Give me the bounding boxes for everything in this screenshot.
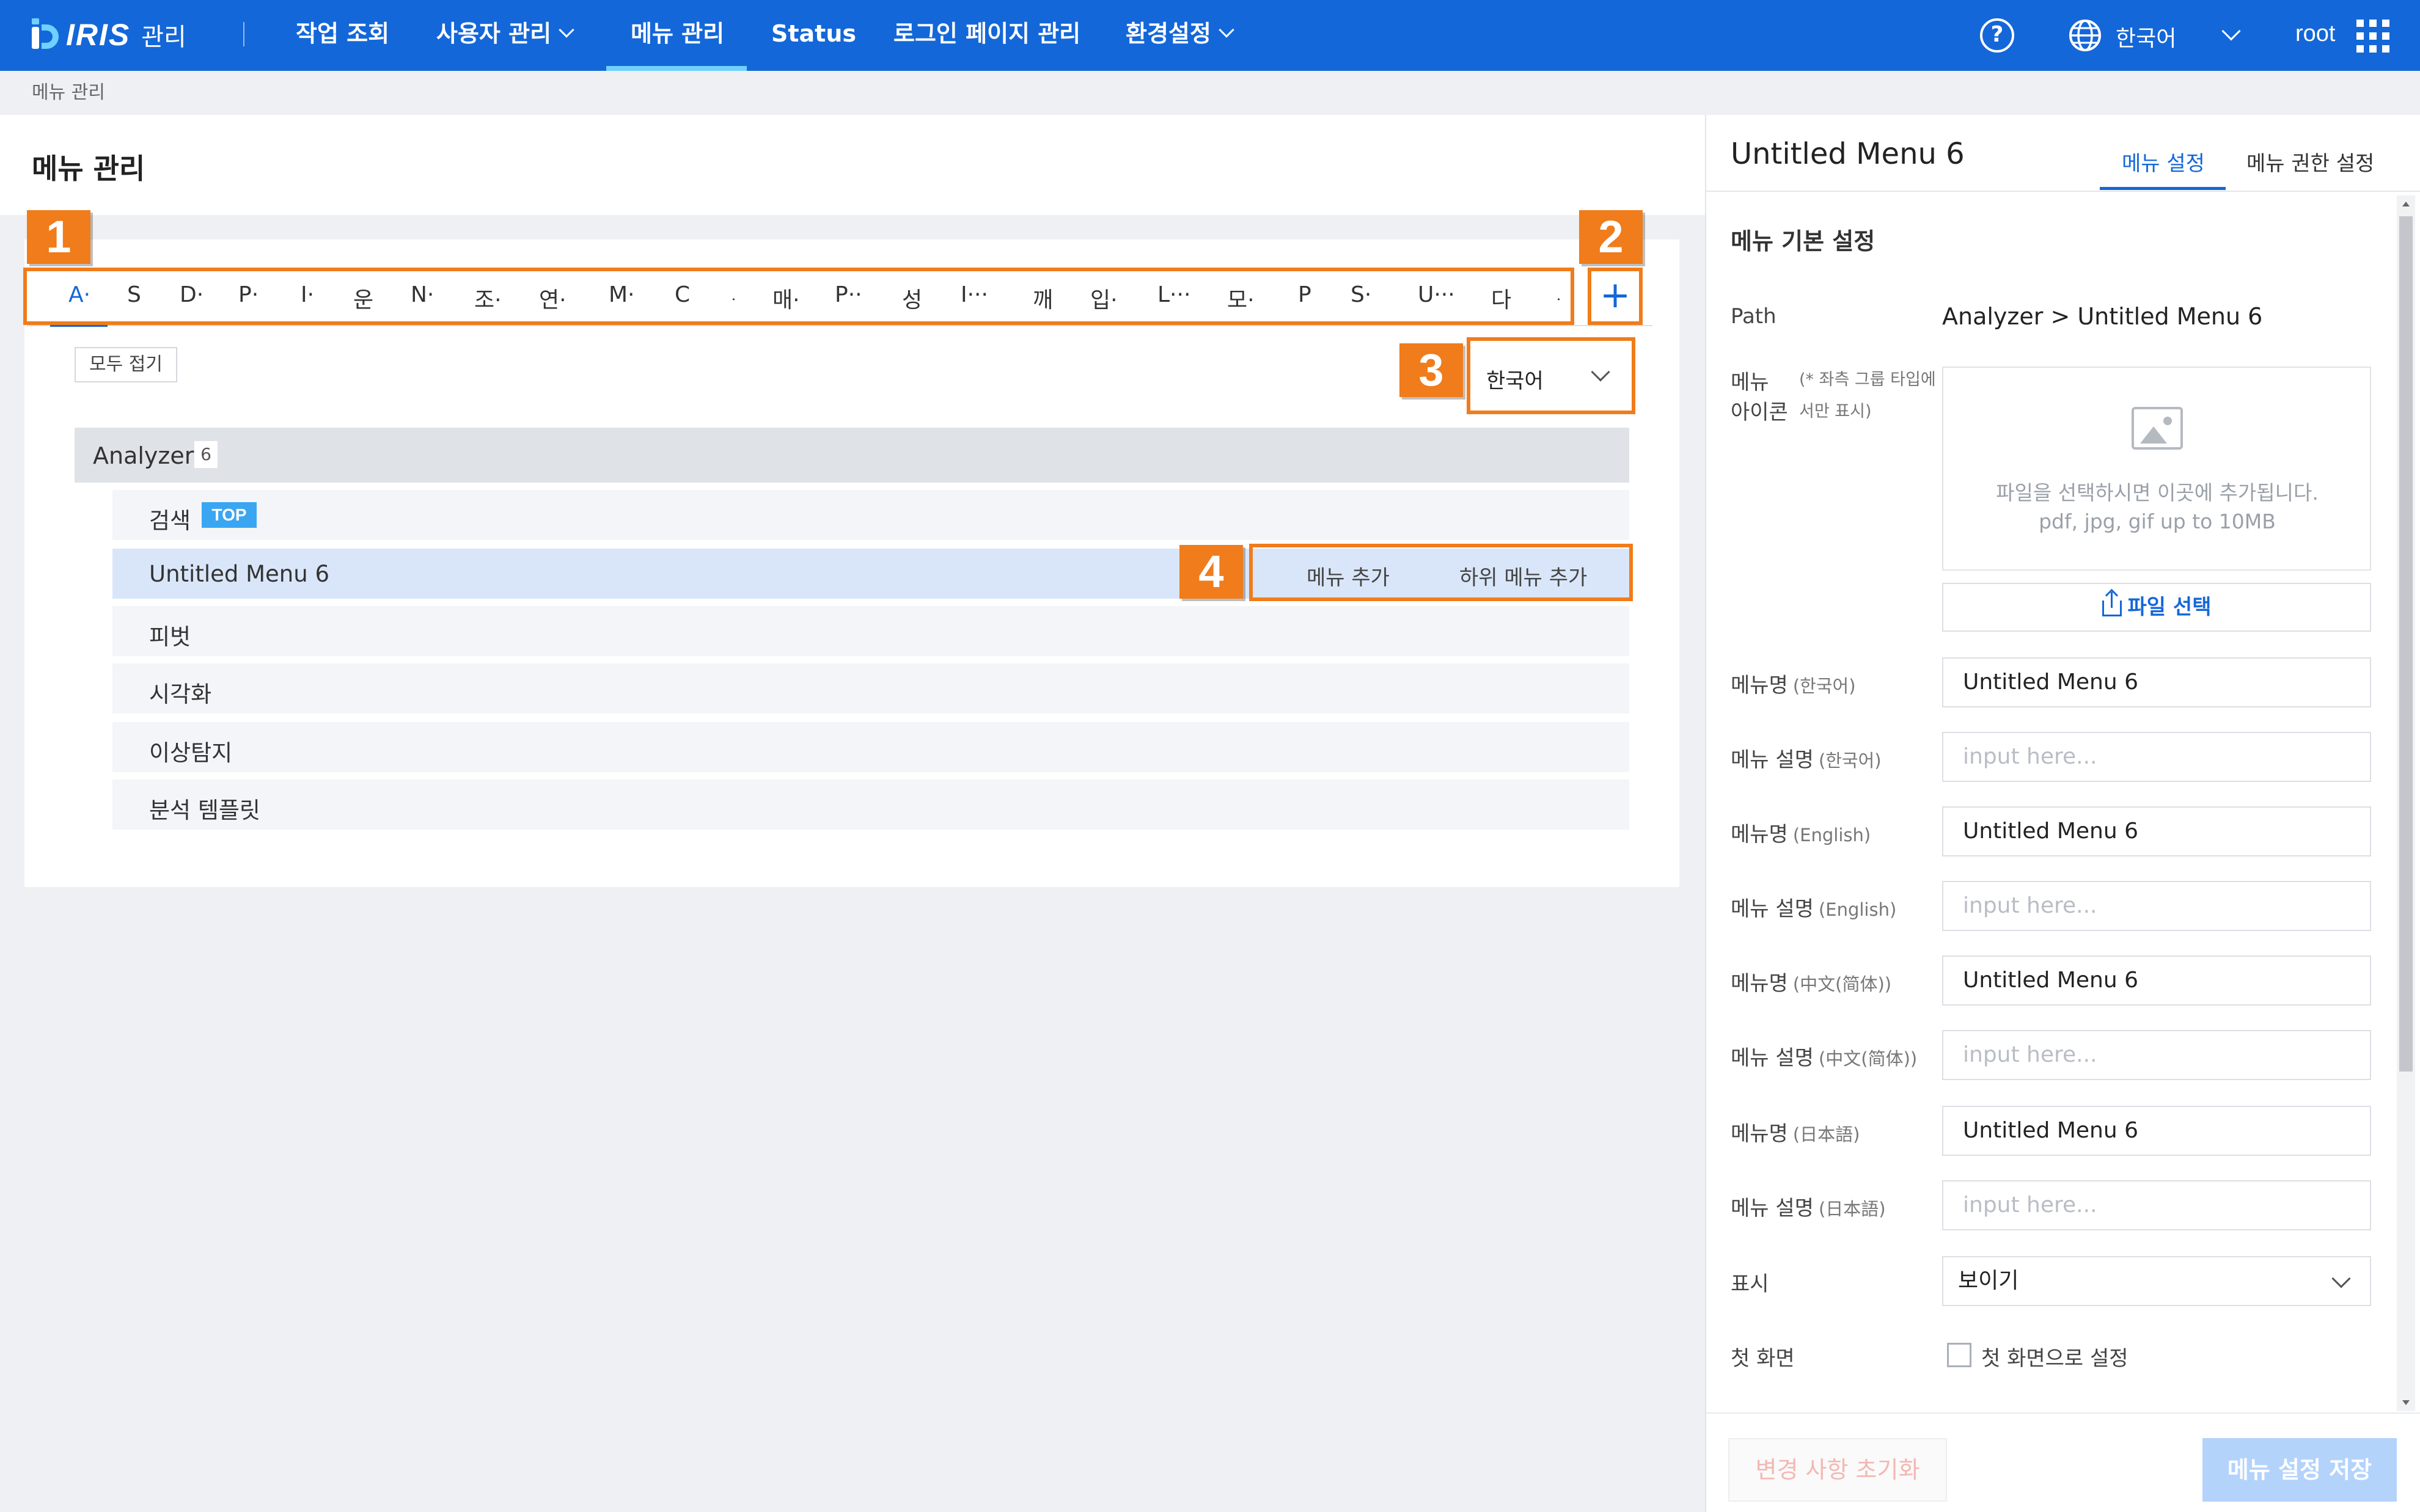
nav-active-indicator: [606, 66, 747, 71]
display-value: 보이기: [1958, 1268, 2019, 1293]
tree-item[interactable]: 피벗: [112, 606, 1629, 656]
header-divider: [243, 22, 244, 46]
nav-job-search[interactable]: 작업 조회: [296, 0, 389, 71]
path-value: Analyzer > Untitled Menu 6: [1942, 303, 2263, 330]
field-label: 메뉴 설명 (한국어): [1731, 748, 1882, 772]
menu-settings-panel: Untitled Menu 6 메뉴 설정 메뉴 권한 설정 메뉴 기본 설정 …: [1705, 115, 2420, 1512]
tree-item[interactable]: 검색 TOP: [112, 490, 1629, 540]
help-icon[interactable]: ?: [1980, 18, 2014, 53]
annotation-badge: 3: [1399, 343, 1463, 397]
display-label: 표시: [1731, 1272, 1769, 1296]
tree-item-label: 피벗: [149, 624, 191, 650]
upload-format-hint: pdf, jpg, gif up to 10MB: [2039, 509, 2276, 533]
menu-name-zh-input[interactable]: Untitled Menu 6: [1942, 955, 2371, 1006]
tree-item[interactable]: 시각화: [112, 663, 1629, 714]
menu-name-ja-input[interactable]: Untitled Menu 6: [1942, 1106, 2371, 1156]
tab-menu-settings[interactable]: 메뉴 설정: [2122, 147, 2205, 177]
panel-footer: 변경 사항 초기화 메뉴 설정 저장: [1706, 1412, 2420, 1512]
field-label: 메뉴 설명 (中文(简体)): [1731, 1046, 1918, 1070]
section-title: 메뉴 기본 설정: [1731, 228, 1876, 255]
first-screen-checkbox-label[interactable]: 첫 화면으로 설정: [1981, 1342, 2128, 1371]
menu-desc-ja-input[interactable]: input here...: [1942, 1180, 2371, 1230]
panel-scrollbar[interactable]: [2397, 195, 2415, 1411]
tree-group-analyzer[interactable]: Analyzer 6: [75, 428, 1629, 483]
reset-changes-button[interactable]: 변경 사항 초기화: [1728, 1438, 1947, 1502]
chevron-down-icon[interactable]: [2221, 21, 2241, 41]
collapse-all-button[interactable]: 모두 접기: [75, 347, 177, 382]
page-header: 메뉴 관리: [0, 115, 1705, 215]
iris-logo-icon: [29, 18, 62, 51]
annotation-badge: 4: [1179, 545, 1243, 599]
logo[interactable]: IRIS 관리: [29, 16, 186, 54]
menu-name-en-input[interactable]: Untitled Menu 6: [1942, 806, 2371, 856]
menu-desc-ko-input[interactable]: input here...: [1942, 732, 2371, 782]
save-menu-settings-button[interactable]: 메뉴 설정 저장: [2202, 1438, 2397, 1502]
annotation-badge: 2: [1579, 210, 1643, 264]
annotation-highlight: [1467, 337, 1635, 414]
menu-name-ko-input[interactable]: Untitled Menu 6: [1942, 657, 2371, 707]
logo-subtitle: 관리: [141, 23, 186, 51]
chevron-down-icon: [559, 22, 574, 38]
field-label: 메뉴 설명 (English): [1731, 897, 1897, 921]
chevron-down-icon: [1219, 22, 1234, 38]
select-file-label: 파일 선택: [2127, 595, 2212, 619]
tree-item[interactable]: 분석 템플릿: [112, 780, 1629, 830]
tree-item-label: Untitled Menu 6: [149, 561, 330, 587]
path-label: Path: [1731, 304, 1777, 329]
page-title: 메뉴 관리: [32, 152, 145, 185]
tree-group-count: 6: [194, 441, 218, 468]
image-placeholder-icon: [2132, 407, 2183, 450]
annotation-highlight: [1588, 268, 1643, 325]
scrollbar-thumb[interactable]: [2399, 216, 2413, 1072]
logo-text: IRIS: [66, 18, 131, 52]
select-file-button[interactable]: 파일 선택: [1942, 583, 2371, 632]
tree-group-label: Analyzer: [93, 442, 194, 469]
annotation-highlight: [1249, 544, 1633, 601]
user-menu[interactable]: root: [2295, 21, 2335, 47]
field-label: 메뉴 설명 (日本語): [1731, 1196, 1886, 1221]
menu-desc-zh-input[interactable]: input here...: [1942, 1030, 2371, 1080]
field-label: 메뉴명 (한국어): [1731, 673, 1856, 698]
upload-icon: [2102, 592, 2122, 616]
icon-upload-area[interactable]: 파일을 선택하시면 이곳에 추가됩니다. pdf, jpg, gif up to…: [1942, 367, 2371, 571]
icon-note: (* 좌측 그룹 타입에서만 표시): [1799, 370, 1936, 421]
annotation-badge: 1: [27, 210, 90, 264]
field-label: 메뉴명 (中文(简体)): [1731, 971, 1892, 996]
menu-desc-en-input[interactable]: input here...: [1942, 881, 2371, 931]
breadcrumb: 메뉴 관리: [0, 71, 1705, 115]
language-selector[interactable]: 한국어: [2116, 21, 2176, 53]
scroll-down-arrow-icon[interactable]: [2402, 1400, 2410, 1405]
icon-label-line2: 아이콘: [1731, 400, 1788, 425]
chevron-down-icon: [2331, 1269, 2351, 1288]
tab-menu-permissions[interactable]: 메뉴 권한 설정: [2246, 147, 2374, 177]
icon-label-line1: 메뉴: [1731, 370, 1769, 395]
first-screen-label: 첫 화면: [1731, 1346, 1795, 1371]
tree-item-label: 검색: [149, 508, 191, 534]
field-label: 메뉴명 (日本語): [1731, 1122, 1860, 1146]
display-select[interactable]: 보이기: [1942, 1256, 2371, 1306]
nav-login-page-management[interactable]: 로그인 페이지 관리: [893, 0, 1080, 71]
annotation-highlight: [23, 268, 1574, 325]
globe-icon[interactable]: [2068, 18, 2102, 53]
panel-header-divider: [1706, 191, 2420, 192]
top-tag: TOP: [202, 502, 257, 528]
tree-item-label: 분석 템플릿: [149, 797, 260, 824]
tab-bar-divider: [27, 325, 1652, 326]
tree-item-label: 이상탐지: [149, 740, 233, 766]
active-tab-indicator: [2100, 187, 2226, 190]
top-navbar: IRIS 관리 작업 조회 사용자 관리 메뉴 관리 Status 로그인 페이…: [0, 0, 2420, 71]
field-label: 메뉴명 (English): [1731, 822, 1871, 847]
panel-title: Untitled Menu 6: [1731, 137, 1965, 171]
first-screen-checkbox[interactable]: [1947, 1343, 1971, 1367]
nav-status[interactable]: Status: [771, 0, 856, 71]
upload-hint: 파일을 선택하시면 이곳에 추가됩니다.: [1996, 481, 2319, 505]
apps-grid-icon[interactable]: [2356, 20, 2389, 53]
tree-item[interactable]: 이상탐지: [112, 722, 1629, 772]
nav-settings[interactable]: 환경설정: [1126, 0, 1234, 71]
icon-label: 메뉴 아이콘: [1731, 365, 1788, 425]
scroll-up-arrow-icon[interactable]: [2402, 202, 2410, 206]
nav-user-management[interactable]: 사용자 관리: [436, 0, 574, 71]
nav-menu-management[interactable]: 메뉴 관리: [631, 0, 724, 71]
tree-item-label: 시각화: [149, 681, 212, 707]
